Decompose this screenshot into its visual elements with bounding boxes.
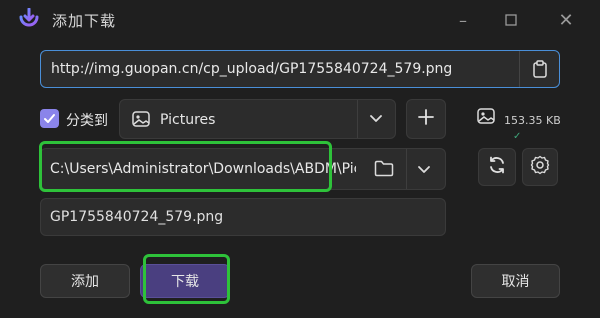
filename-value: GP1755840724_579.png (50, 209, 224, 225)
file-size: 153.35 KB (504, 114, 561, 127)
save-path-value: C:\Users\Administrator\Downloads\ABDM\Pi… (50, 161, 356, 177)
image-icon (132, 111, 150, 131)
settings-button[interactable] (522, 148, 558, 186)
gear-icon (530, 155, 550, 179)
download-app-icon (18, 7, 40, 30)
url-input[interactable]: http://img.guopan.cn/cp_upload/GP1755840… (40, 50, 560, 88)
close-icon[interactable]: ✕ (555, 9, 577, 31)
image-icon (477, 108, 495, 128)
category-checkbox[interactable] (40, 109, 59, 128)
add-button[interactable]: 添加 (40, 264, 130, 298)
cancel-button[interactable]: 取消 (471, 264, 560, 298)
save-path-input[interactable]: C:\Users\Administrator\Downloads\ABDM\Pi… (40, 148, 446, 190)
add-category-button[interactable] (406, 99, 446, 139)
minimize-icon[interactable]: – (452, 9, 474, 31)
path-divider (406, 149, 407, 189)
url-divider (519, 51, 520, 87)
filename-input[interactable]: GP1755840724_579.png (40, 198, 446, 236)
url-value: http://img.guopan.cn/cp_upload/GP1755840… (51, 61, 453, 77)
refresh-icon (487, 155, 507, 179)
refresh-button[interactable] (478, 148, 516, 186)
category-select[interactable]: Pictures (119, 99, 396, 139)
title-bar: 添加下载 – ✕ (0, 0, 600, 40)
clipboard-icon[interactable] (527, 57, 553, 81)
chevron-down-icon[interactable] (368, 110, 384, 130)
window-title: 添加下载 (52, 12, 117, 30)
category-checkbox-label: 分类到 (66, 113, 108, 129)
download-button[interactable]: 下载 (140, 264, 230, 298)
status-check-icon: ✓ (513, 131, 522, 142)
chevron-down-icon[interactable] (416, 161, 432, 181)
category-selected-value: Pictures (160, 112, 216, 128)
select-divider (357, 100, 358, 138)
folder-icon[interactable] (374, 160, 394, 181)
plus-icon (418, 109, 434, 129)
maximize-icon[interactable] (500, 9, 522, 31)
